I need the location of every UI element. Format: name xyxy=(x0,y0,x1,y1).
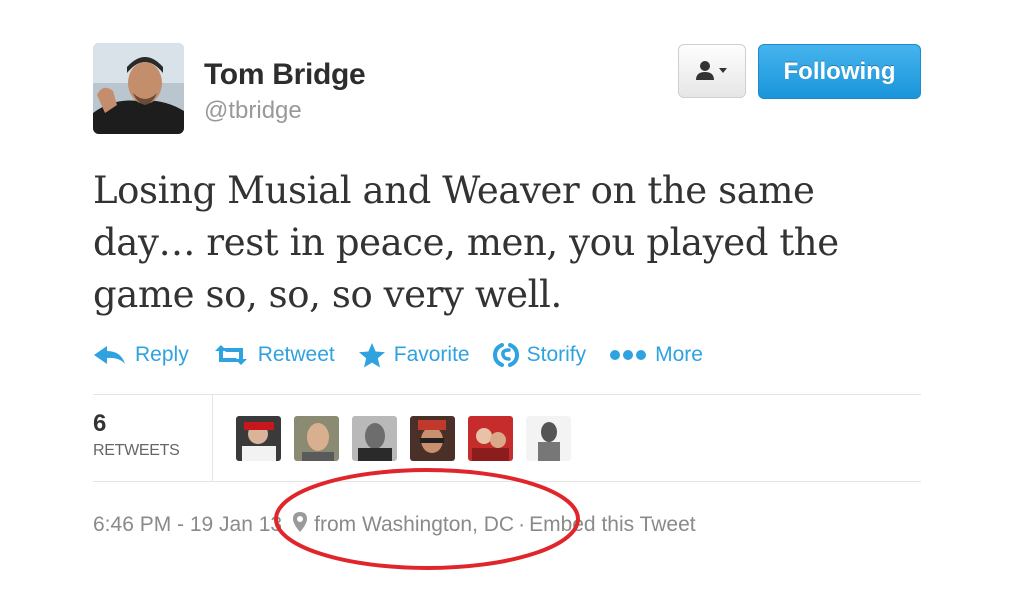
embed-tweet-link[interactable]: Embed this Tweet xyxy=(529,513,696,537)
user-handle[interactable]: @tbridge xyxy=(204,97,302,125)
storify-icon xyxy=(492,343,519,367)
retweeter-avatars xyxy=(236,416,584,461)
more-label: More xyxy=(655,343,703,366)
retweet-count[interactable]: 6 xyxy=(93,410,106,438)
following-button[interactable]: Following xyxy=(758,44,921,99)
stats-top-divider xyxy=(93,394,921,395)
avatar[interactable] xyxy=(93,43,184,134)
retweeter-avatar[interactable] xyxy=(352,416,397,461)
tweet-actions: Reply Retweet Favorite Storify More xyxy=(93,342,726,368)
more-action[interactable]: More xyxy=(609,343,703,367)
reply-label: Reply xyxy=(135,343,189,366)
stats-vertical-divider xyxy=(212,395,213,481)
reply-icon xyxy=(94,346,125,364)
person-dropdown-icon xyxy=(696,61,727,80)
tweet-timestamp[interactable]: 6:46 PM - 19 Jan 13 xyxy=(93,513,282,537)
retweet-icon xyxy=(214,345,247,365)
stats-bottom-divider xyxy=(93,481,921,482)
retweet-label: Retweet xyxy=(257,343,335,366)
meta-separator: · xyxy=(518,513,526,536)
retweet-count-label[interactable]: RETWEETS xyxy=(93,442,180,460)
tweet-location[interactable]: from Washington, DC xyxy=(314,513,514,537)
location-pin-icon xyxy=(292,511,308,539)
tweet-meta: 6:46 PM - 19 Jan 13 from Washington, DC … xyxy=(93,511,696,539)
star-icon xyxy=(358,343,385,368)
favorite-action[interactable]: Favorite xyxy=(358,342,470,368)
user-name[interactable]: Tom Bridge xyxy=(204,58,366,92)
retweeter-avatar[interactable] xyxy=(526,416,571,461)
storify-label: Storify xyxy=(526,343,587,366)
user-actions-button[interactable] xyxy=(678,44,746,98)
retweeter-avatar[interactable] xyxy=(468,416,513,461)
favorite-label: Favorite xyxy=(393,343,470,366)
tweet-text: Losing Musial and Weaver on the same day… xyxy=(93,169,839,316)
retweet-action[interactable]: Retweet xyxy=(212,343,335,367)
retweeter-avatar[interactable] xyxy=(410,416,455,461)
storify-action[interactable]: Storify xyxy=(492,342,587,368)
avatar-photo xyxy=(93,43,184,134)
more-dots-icon xyxy=(610,350,647,360)
retweeter-avatar[interactable] xyxy=(294,416,339,461)
retweeter-avatar[interactable] xyxy=(236,416,281,461)
reply-action[interactable]: Reply xyxy=(93,343,189,367)
